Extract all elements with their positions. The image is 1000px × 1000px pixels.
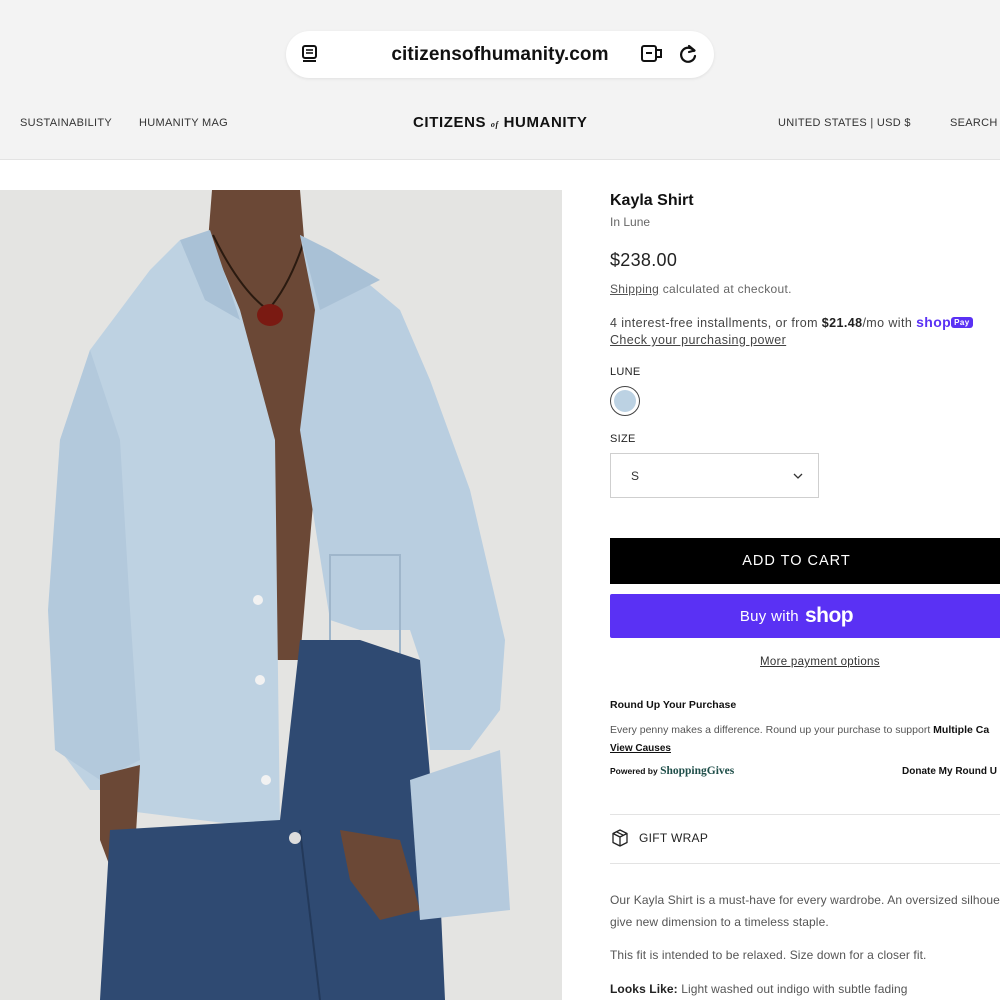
buy-with-shop-button[interactable]: Buy with shop [610,594,1000,638]
size-selected-value: S [631,469,640,483]
looks-like-value: Light washed out indigo with subtle fadi… [677,982,908,996]
reload-icon[interactable] [677,43,699,65]
logo-text-of: of [490,120,499,129]
roundup-causes-bold: Multiple Ca [933,724,990,736]
buy-with-label: Buy with [739,607,799,625]
size-select[interactable]: S [610,453,819,498]
shipping-note: Shipping calculated at checkout. [610,282,792,296]
logo-text-humanity: HUMANITY [503,114,588,131]
shoppay-logo-text: shop [916,314,952,330]
nav-humanity-mag[interactable]: HUMANITY MAG [139,117,228,129]
logo-text-citizens: CITIZENS [413,114,487,131]
looks-like: Looks Like: Light washed out indigo with… [610,982,908,996]
add-to-cart-button[interactable]: ADD TO CART [610,538,1000,584]
product-title: Kayla Shirt [610,192,694,209]
address-bar[interactable]: citizensofhumanity.com [286,31,714,78]
donate-round-up-toggle[interactable]: Donate My Round U [902,766,997,777]
more-payment-options-link[interactable]: More payment options [760,656,880,668]
extension-icon[interactable] [640,43,664,65]
installments-suffix: /mo with [862,316,917,330]
installments-amount: $21.48 [821,316,863,330]
fit-note: This fit is intended to be relaxed. Size… [610,948,927,962]
shoppay-pay-badge: Pay [951,317,973,328]
shoppay-logo[interactable]: shop Pay [916,314,973,330]
product-price: $238.00 [610,250,678,270]
divider [610,863,1000,864]
shop-logo: shop [804,604,854,627]
size-label: SIZE [610,433,636,445]
roundup-title: Round Up Your Purchase [610,699,737,711]
gift-wrap-option[interactable]: GIFT WRAP [610,828,708,848]
site-logo[interactable]: CITIZENS of HUMANITY [413,114,588,131]
shoppinggives-logo: ShoppingGives [660,765,735,777]
product-subtitle: In Lune [610,215,651,229]
divider [610,814,1000,815]
nav-sustainability[interactable]: SUSTAINABILITY [20,117,112,129]
powered-by-label: Powered by [610,766,661,776]
gift-wrap-label: GIFT WRAP [639,831,709,845]
roundup-description: Every penny makes a difference. Round up… [610,724,989,736]
color-label: LUNE [610,366,641,378]
looks-like-label: Looks Like: [610,982,678,996]
shipping-note-text: calculated at checkout. [659,282,792,296]
view-causes-link[interactable]: View Causes [610,743,671,754]
shipping-link[interactable]: Shipping [610,282,659,296]
region-selector[interactable]: UNITED STATES | USD $ [778,117,911,129]
powered-by-shoppinggives: Powered by ShoppingGives [610,765,734,777]
installments-prefix: 4 interest-free installments, or from [610,316,822,330]
product-image[interactable] [0,190,562,1000]
installments-note: 4 interest-free installments, or from $2… [610,314,973,330]
search-link[interactable]: SEARCH [950,117,998,129]
roundup-description-text: Every penny makes a difference. Round up… [610,724,934,736]
description-line-1: Our Kayla Shirt is a must-have for every… [610,893,1000,907]
description-line-2: give new dimension to a timeless staple. [610,915,829,929]
check-purchasing-power-link[interactable]: Check your purchasing power [610,333,786,347]
color-swatch-lune[interactable] [610,386,640,416]
color-swatch-fill [614,390,636,412]
gift-box-icon [612,829,628,847]
chevron-down-icon [793,473,803,479]
